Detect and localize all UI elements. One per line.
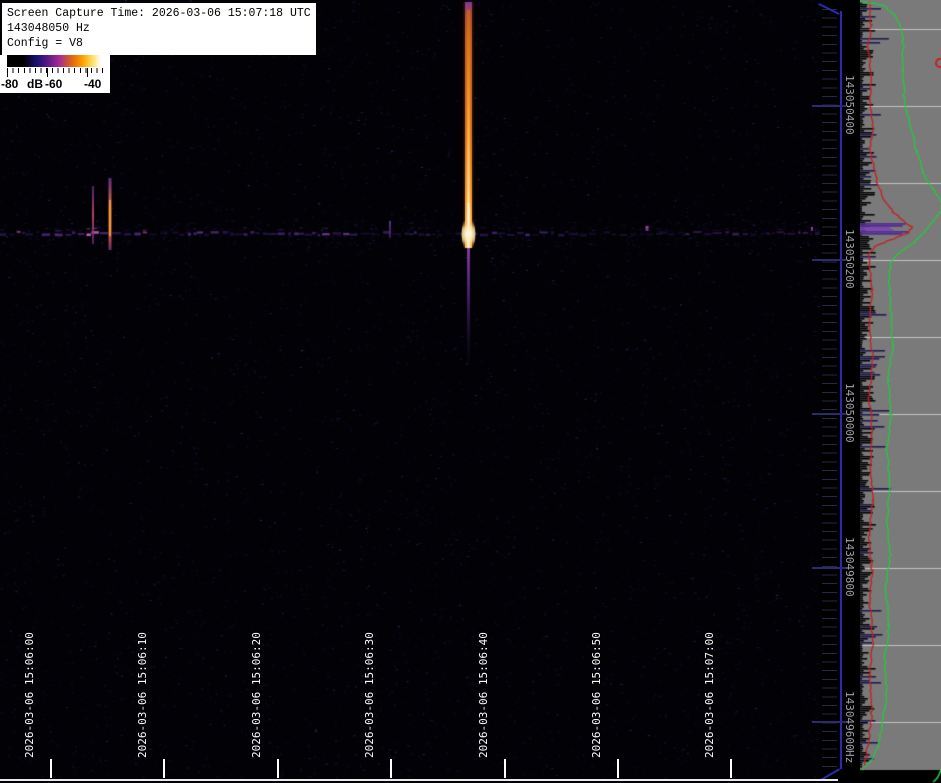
time-tick [163,759,165,778]
config-text: Config = V8 [7,37,83,50]
capture-time-text: Screen Capture Time: 2026-03-06 15:07:18… [7,7,311,20]
frequency-major-tick [812,105,846,107]
time-label: 2026-03-06 15:07:00 [703,632,716,758]
legend-tick-40 [87,68,88,77]
time-label: 2026-03-06 15:06:40 [477,632,490,758]
frequency-major-tick [812,259,846,261]
legend-label-80: -80 [1,77,18,91]
frequency-label: 143049800 [843,537,856,597]
frequency-label: 143049600 [843,691,856,751]
legend-minor-ticks [7,68,107,73]
frequency-axis-line [840,11,842,769]
frequency-minor-ticks [822,9,837,769]
time-label: 2026-03-06 15:06:50 [590,632,603,758]
time-tick [390,759,392,778]
colormap-gradient-bar [7,55,106,67]
frequency-major-tick [812,413,846,415]
center-frequency-text: 143048050 Hz [7,22,90,35]
legend-label-40: -40 [84,77,101,91]
frequency-label: 143050400 [843,75,856,135]
frequency-unit-label: Hz [843,750,856,763]
time-tick [730,759,732,778]
db-color-legend: -80 dB -60 -40 [0,55,110,93]
time-tick [617,759,619,778]
time-label: 2026-03-06 15:06:20 [250,632,263,758]
legend-tick-60 [47,68,48,77]
frequency-label: 143050200 [843,229,856,289]
time-tick [50,759,52,778]
time-label: 2026-03-06 15:06:10 [136,632,149,758]
capture-info-box: Screen Capture Time: 2026-03-06 15:07:18… [2,3,316,55]
legend-label-60: -60 [45,77,62,91]
time-label: 2026-03-06 15:06:30 [363,632,376,758]
time-label: 2026-03-06 15:06:00 [23,632,36,758]
spectrum-lab-capture: Screen Capture Time: 2026-03-06 15:07:18… [0,0,941,783]
time-tick [277,759,279,778]
waterfall-bottom-border [0,779,838,781]
frequency-label: 143050000 [843,383,856,443]
legend-label-db: dB [27,77,43,91]
frequency-major-tick [812,721,846,723]
frequency-major-tick [812,567,846,569]
spectrum-panel-canvas [860,0,941,783]
legend-tick-80 [7,68,8,77]
waterfall-spectrogram-canvas [0,0,820,783]
time-tick [504,759,506,778]
